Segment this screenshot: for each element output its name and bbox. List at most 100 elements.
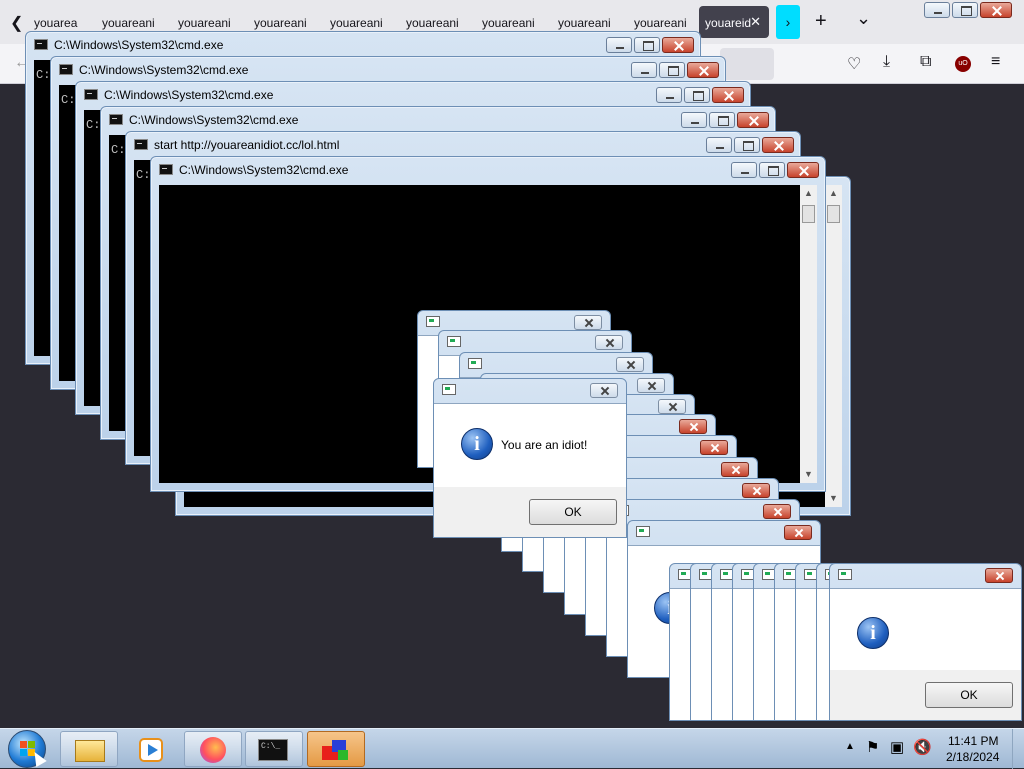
volume-muted-icon[interactable]: 🔇 <box>913 738 932 756</box>
active-tab-label: youareid <box>705 16 752 30</box>
close-button[interactable] <box>762 137 794 153</box>
scrollbar[interactable]: ▲ ▼ <box>825 185 842 507</box>
scroll-down-icon[interactable]: ▼ <box>800 466 817 483</box>
download-icon[interactable]: ⤓ <box>883 53 890 71</box>
scrollbar[interactable]: ▲ ▼ <box>800 185 817 483</box>
ok-button[interactable]: OK <box>925 682 1013 708</box>
window-title: C:\Windows\System32\cmd.exe <box>79 63 249 77</box>
close-button[interactable] <box>737 112 769 128</box>
cmd-icon <box>134 139 148 150</box>
clock-date[interactable]: 2/18/2024 <box>946 750 999 764</box>
close-button[interactable] <box>742 483 770 498</box>
cmd-icon <box>34 39 48 50</box>
maximize-button[interactable] <box>634 37 660 53</box>
close-button[interactable] <box>679 419 707 434</box>
dialog-footer: OK <box>434 487 626 537</box>
scroll-thumb[interactable] <box>802 205 815 223</box>
ok-button[interactable]: OK <box>529 499 617 525</box>
paint-app-button[interactable] <box>307 731 365 767</box>
maximize-button[interactable] <box>684 87 710 103</box>
show-hidden-icons-icon[interactable]: ▲ <box>845 741 855 752</box>
idiot-message-box[interactable]: i You are an idiot! OK <box>433 378 627 538</box>
console-text: C: <box>136 168 151 182</box>
console-text: C: <box>36 68 51 82</box>
close-button[interactable] <box>687 62 719 78</box>
minimize-button[interactable] <box>631 62 657 78</box>
browser-minimize-button[interactable] <box>924 2 950 18</box>
close-button[interactable] <box>700 440 728 455</box>
minimize-button[interactable] <box>656 87 682 103</box>
network-icon[interactable]: ▣ <box>890 738 904 756</box>
info-icon: i <box>857 617 889 649</box>
close-button[interactable] <box>590 383 618 398</box>
cmd-icon <box>59 64 73 75</box>
maximize-button[interactable] <box>709 112 735 128</box>
cmd-icon <box>159 164 173 175</box>
cmd-icon: C:\_ <box>258 739 288 761</box>
maximize-button[interactable] <box>659 62 685 78</box>
active-browser-tab[interactable]: youareid ✕ <box>699 6 769 38</box>
cmd-icon <box>84 89 98 100</box>
urlbar-fragment[interactable] <box>720 48 774 80</box>
close-button[interactable] <box>712 87 744 103</box>
new-tab-button[interactable]: + <box>815 10 827 33</box>
tab-scroll-right-icon[interactable]: › <box>776 5 800 39</box>
browser-close-button[interactable] <box>980 2 1012 18</box>
firefox-button[interactable] <box>184 731 242 767</box>
msgbox-icon <box>426 316 440 327</box>
info-icon: i <box>461 428 493 460</box>
maximize-button[interactable] <box>734 137 760 153</box>
window-title: C:\Windows\System32\cmd.exe <box>104 88 274 102</box>
close-button[interactable] <box>574 315 602 330</box>
console-text: C: <box>111 143 126 157</box>
msgbox-icon <box>838 569 852 580</box>
show-desktop-button[interactable] <box>1012 729 1024 769</box>
close-button[interactable] <box>658 399 686 414</box>
taskbar: C:\_ ▲ ⚑ ▣ 🔇 11:41 PM 2/18/2024 <box>0 728 1024 769</box>
window-title: C:\Windows\System32\cmd.exe <box>179 163 349 177</box>
dialog-footer: OK <box>830 670 1021 720</box>
ublock-icon[interactable]: uO <box>955 56 971 72</box>
msgbox-icon <box>636 526 650 537</box>
minimize-button[interactable] <box>706 137 732 153</box>
tab-scroll-left-icon[interactable]: ❮ <box>10 13 23 33</box>
close-button[interactable] <box>595 335 623 350</box>
close-button[interactable] <box>616 357 644 372</box>
scroll-thumb[interactable] <box>827 205 840 223</box>
maximize-button[interactable] <box>759 162 785 178</box>
close-button[interactable] <box>662 37 694 53</box>
close-button[interactable] <box>721 462 749 477</box>
folder-icon <box>75 740 105 762</box>
menu-icon[interactable]: ≡ <box>991 53 1000 71</box>
clock-time[interactable]: 11:41 PM <box>948 734 998 748</box>
close-button[interactable] <box>763 504 791 519</box>
console-text: C: <box>61 93 76 107</box>
close-button[interactable] <box>637 378 665 393</box>
close-button[interactable] <box>985 568 1013 583</box>
action-center-flag-icon[interactable]: ⚑ <box>866 738 879 756</box>
minimize-button[interactable] <box>606 37 632 53</box>
browser-window-controls <box>924 2 1012 18</box>
close-tab-icon[interactable]: ✕ <box>750 14 761 30</box>
scroll-up-icon[interactable]: ▲ <box>800 185 817 202</box>
msgbox-icon <box>447 336 461 347</box>
scroll-up-icon[interactable]: ▲ <box>825 185 842 202</box>
file-explorer-button[interactable] <box>60 731 118 767</box>
message-box-front[interactable]: i OK <box>829 563 1022 721</box>
list-all-tabs-icon[interactable]: ⌄ <box>856 8 871 29</box>
media-player-icon <box>139 738 163 762</box>
minimize-button[interactable] <box>731 162 757 178</box>
pocket-icon[interactable]: ♡ <box>847 54 861 74</box>
firefox-icon <box>200 737 226 763</box>
cmd-taskbar-button[interactable]: C:\_ <box>245 731 303 767</box>
browser-maximize-button[interactable] <box>952 2 978 18</box>
close-button[interactable] <box>784 525 812 540</box>
minimize-button[interactable] <box>681 112 707 128</box>
media-player-button[interactable] <box>122 731 180 767</box>
window-title: start http://youareanidiot.cc/lol.html <box>154 138 340 152</box>
scroll-down-icon[interactable]: ▼ <box>825 490 842 507</box>
window-title: C:\Windows\System32\cmd.exe <box>129 113 299 127</box>
extensions-icon[interactable]: ⧉ <box>920 53 931 71</box>
console-text: C: <box>86 118 101 132</box>
close-button[interactable] <box>787 162 819 178</box>
